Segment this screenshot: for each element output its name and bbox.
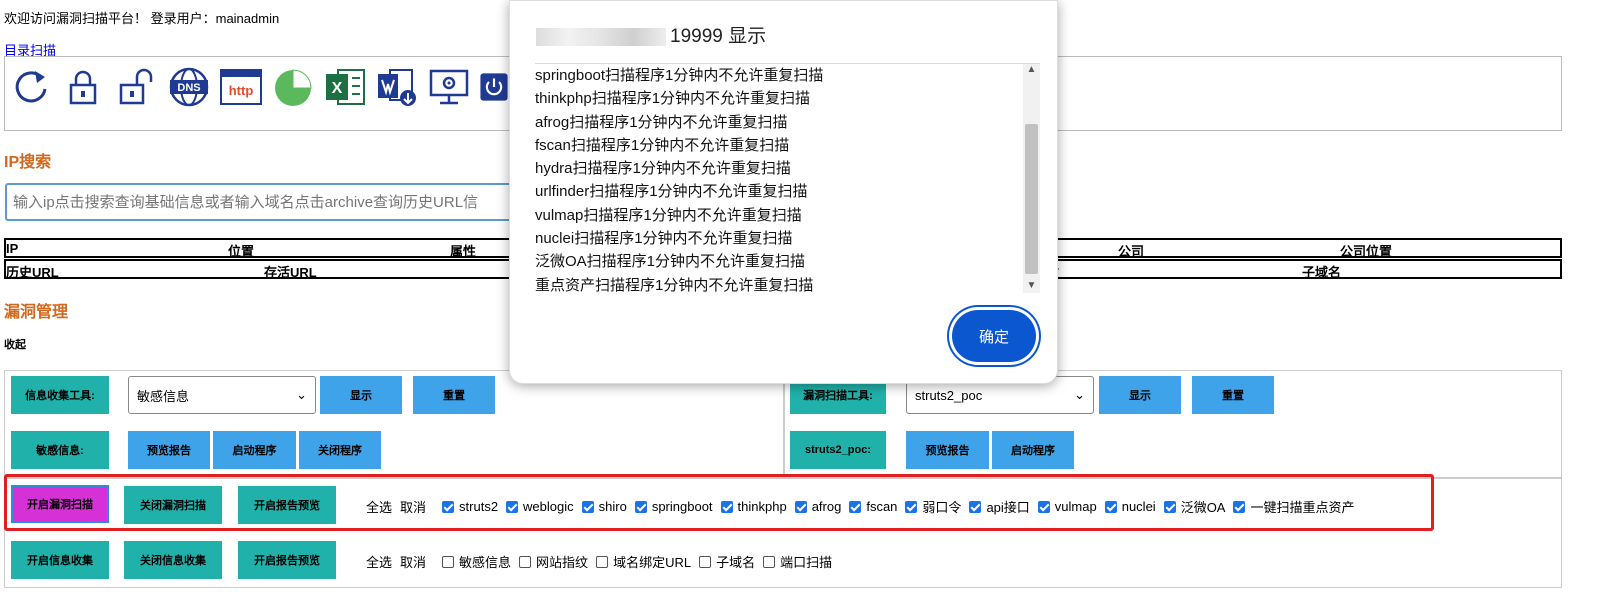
table-header-subdomain: 子域名 bbox=[1302, 265, 1342, 280]
info-collect-checkbox[interactable] bbox=[596, 555, 609, 568]
vuln-show-button[interactable]: 显示 bbox=[1099, 376, 1181, 414]
struts2-poc-label: struts2_poc: bbox=[790, 431, 886, 469]
info-collect-checkbox[interactable] bbox=[519, 555, 532, 568]
scroll-down-icon[interactable]: ▼ bbox=[1023, 280, 1040, 293]
excel-icon-label: X bbox=[332, 80, 343, 97]
monitor-settings-icon[interactable] bbox=[427, 65, 471, 109]
dialog-message-line: urlfinder扫描程序1分钟内不允许重复扫描 bbox=[535, 183, 808, 201]
info-collect-option: 域名绑定URL bbox=[588, 552, 691, 571]
start-info-collect-button[interactable]: 开启信息收集 bbox=[11, 541, 109, 579]
info-collect-option-label: 网站指纹 bbox=[536, 555, 589, 570]
dialog-message-line: thinkphp扫描程序1分钟内不允许重复扫描 bbox=[535, 90, 811, 108]
info-collect-option-label: 端口扫描 bbox=[780, 555, 833, 570]
dns-icon-label: DNS bbox=[177, 82, 200, 94]
info-start-program-button[interactable]: 启动程序 bbox=[213, 431, 296, 469]
table-header-location: 位置 bbox=[228, 244, 255, 259]
info-collect-checkbox[interactable] bbox=[763, 555, 776, 568]
dialog-message-line: vulmap扫描程序1分钟内不允许重复扫描 bbox=[535, 206, 802, 224]
info-reset-button[interactable]: 重置 bbox=[413, 376, 495, 414]
info-tool-select-value: 敏感信息 bbox=[137, 388, 190, 404]
unlock-icon[interactable] bbox=[61, 65, 105, 109]
info-preview-report-button[interactable]: 预览报告 bbox=[128, 431, 210, 469]
http-icon[interactable]: http bbox=[219, 65, 263, 109]
table-header-company-location: 公司位置 bbox=[1340, 244, 1393, 259]
scroll-up-icon[interactable]: ▲ bbox=[1023, 64, 1040, 78]
table-header-ip: IP bbox=[6, 241, 19, 256]
info-stop-program-button[interactable]: 关闭程序 bbox=[299, 431, 381, 469]
welcome-text: 欢迎访问漏洞扫描平台！ 登录用户：mainadmin bbox=[4, 11, 280, 26]
highlight-frame bbox=[4, 474, 1434, 531]
vuln-reset-button[interactable]: 重置 bbox=[1192, 376, 1274, 414]
word-download-icon[interactable] bbox=[375, 65, 419, 109]
info-cancel-all[interactable]: 取消 bbox=[400, 552, 426, 571]
chevron-down-icon: ⌄ bbox=[296, 387, 307, 402]
sensitive-info-label: 敏感信息: bbox=[11, 431, 109, 469]
dialog-ok-button[interactable]: 确定 bbox=[952, 310, 1036, 362]
table-header-company: 公司 bbox=[1118, 244, 1145, 259]
dialog-scrollbar[interactable]: ▲ ▼ bbox=[1023, 64, 1040, 293]
excel-icon[interactable]: X bbox=[323, 65, 367, 109]
dialog-message-line: 泛微OA扫描程序1分钟内不允许重复扫描 bbox=[535, 253, 806, 271]
dialog-message-line: 重点资产扫描程序1分钟内不允许重复扫描 bbox=[535, 276, 814, 293]
http-icon-label: http bbox=[229, 83, 254, 98]
chevron-down-icon: ⌄ bbox=[1074, 387, 1085, 402]
lock-icon[interactable] bbox=[113, 65, 157, 109]
ip-search-input[interactable] bbox=[5, 183, 565, 221]
table-header-history-url: 历史URL bbox=[6, 265, 59, 280]
pie-chart-icon[interactable] bbox=[271, 65, 315, 109]
info-collect-option: 子域名 bbox=[691, 552, 755, 571]
dialog-message-line: nuclei扫描程序1分钟内不允许重复扫描 bbox=[535, 230, 793, 248]
dialog-title: 19999 显示 bbox=[536, 21, 766, 48]
stop-info-collect-button[interactable]: 关闭信息收集 bbox=[124, 541, 222, 579]
table-header-attribute: 属性 bbox=[450, 244, 477, 259]
dialog-message-line: springboot扫描程序1分钟内不允许重复扫描 bbox=[535, 67, 824, 84]
vuln-title: 漏洞管理 bbox=[4, 304, 69, 321]
info-collect-option: 端口扫描 bbox=[755, 552, 832, 571]
refresh-icon[interactable] bbox=[9, 65, 53, 109]
info-collect-option: 敏感信息 bbox=[434, 552, 511, 571]
redacted-host bbox=[536, 27, 666, 46]
vuln-tool-select-value: struts2_poc bbox=[915, 387, 983, 403]
dialog-message-line: hydra扫描程序1分钟内不允许重复扫描 bbox=[535, 160, 791, 178]
info-collect-checkbox[interactable] bbox=[699, 555, 712, 568]
info-collect-option-label: 敏感信息 bbox=[459, 555, 512, 570]
dialog-message-area[interactable]: springboot扫描程序1分钟内不允许重复扫描 thinkphp扫描程序1分钟… bbox=[535, 63, 1040, 293]
info-tool-select[interactable]: 敏感信息 ⌄ bbox=[128, 376, 316, 414]
info-collect-option-label: 子域名 bbox=[716, 555, 756, 570]
info-options-group: 全选 取消 敏感信息 网站指纹 域名绑定URL 子域名 端口扫描 bbox=[362, 552, 832, 571]
dns-icon[interactable]: DNS bbox=[167, 65, 211, 109]
dialog-title-text: 19999 显示 bbox=[670, 26, 767, 47]
info-collect-checkbox[interactable] bbox=[442, 555, 455, 568]
scroll-thumb[interactable] bbox=[1025, 124, 1038, 274]
table-header-alive-url: 存活URL bbox=[264, 265, 317, 280]
power-icon[interactable] bbox=[479, 65, 509, 109]
alert-dialog: 19999 显示 springboot扫描程序1分钟内不允许重复扫描 thinkp… bbox=[509, 0, 1058, 384]
info-show-button[interactable]: 显示 bbox=[320, 376, 402, 414]
info-collect-option-label: 域名绑定URL bbox=[613, 555, 692, 570]
info-select-all[interactable]: 全选 bbox=[366, 552, 392, 571]
info-tool-label: 信息收集工具: bbox=[11, 376, 109, 414]
dialog-message-line: afrog扫描程序1分钟内不允许重复扫描 bbox=[535, 113, 788, 131]
collapse-toggle[interactable]: 收起 bbox=[4, 336, 26, 352]
vuln-preview-report-button[interactable]: 预览报告 bbox=[906, 431, 989, 469]
start-info-report-preview-button[interactable]: 开启报告预览 bbox=[238, 541, 336, 579]
ip-search-title: IP搜索 bbox=[4, 154, 52, 171]
dialog-message-line: fscan扫描程序1分钟内不允许重复扫描 bbox=[535, 136, 790, 154]
info-collect-option: 网站指纹 bbox=[511, 552, 588, 571]
vuln-start-program-button[interactable]: 启动程序 bbox=[992, 431, 1074, 469]
